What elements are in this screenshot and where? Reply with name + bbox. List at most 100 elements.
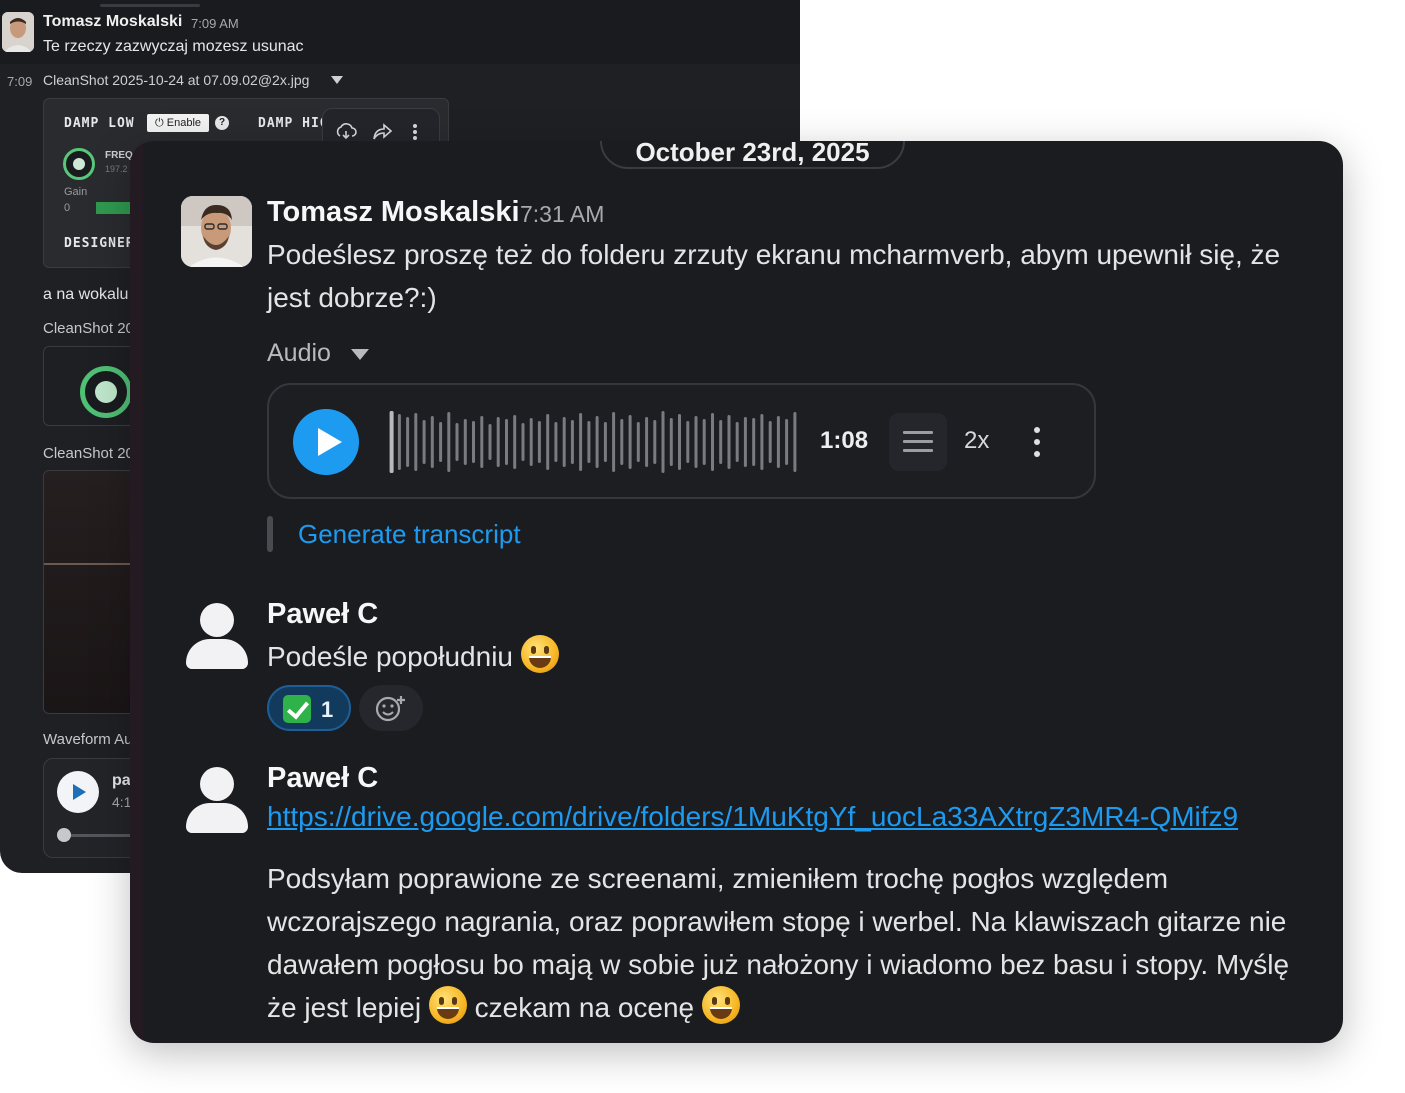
message-text: Te rzeczy zazwyczaj mozesz usunac	[43, 38, 304, 55]
avatar[interactable]	[2, 12, 34, 52]
author-name[interactable]: Paweł C	[267, 762, 378, 795]
generate-transcript-link[interactable]: Generate transcript	[298, 519, 521, 550]
waveform-bar	[513, 415, 517, 469]
waveform-bar	[463, 419, 467, 465]
waveform-bar	[603, 422, 607, 462]
waveform-bar	[447, 412, 451, 472]
waveform-bar	[422, 420, 426, 464]
user-icon-head	[200, 603, 234, 637]
waveform-bar	[562, 417, 566, 467]
waveform-bar	[653, 420, 657, 464]
waveform-bar	[686, 421, 690, 463]
audio-duration: 4:1	[112, 794, 132, 810]
attachment-name[interactable]: CleanShot 20	[43, 445, 134, 462]
enable-label: Enable	[166, 117, 202, 129]
playback-speed-button[interactable]: 2x	[964, 427, 989, 455]
waveform-bar	[579, 413, 583, 471]
waveform-bar	[521, 423, 525, 461]
avatar[interactable]	[182, 601, 252, 671]
enable-button: ⏻ Enable	[147, 114, 209, 132]
avatar[interactable]	[181, 196, 252, 267]
scrollbar[interactable]	[100, 4, 200, 7]
conversation-panel: October 23rd, 2025 Tomasz Moskalski 7:31…	[130, 141, 1343, 1043]
attachment-name[interactable]: CleanShot 20	[43, 320, 134, 337]
audio-waveform[interactable]	[387, 407, 799, 477]
waveform-bar	[439, 422, 443, 462]
waveform-bar	[645, 417, 649, 467]
waveform-bar	[505, 419, 508, 465]
attachment-name[interactable]: CleanShot 2025-10-24 at 07.09.02@2x.jpg	[43, 72, 309, 88]
waveform-bar	[430, 416, 434, 468]
waveform-bar	[612, 412, 616, 472]
transcript-icon[interactable]	[889, 413, 947, 471]
waveform-bar	[537, 421, 541, 463]
waveform-bar	[719, 420, 723, 464]
user-icon-body	[186, 639, 248, 669]
waveform-bar	[760, 414, 764, 470]
author-name[interactable]: Tomasz Moskalski	[43, 13, 182, 31]
attachment-name[interactable]: Waveform Au	[43, 731, 132, 748]
reaction-chip[interactable]: 1	[267, 685, 351, 731]
chevron-down-icon[interactable]	[331, 76, 343, 84]
message-line: jest dobrze?:)	[267, 282, 437, 313]
waveform-bar	[711, 413, 714, 471]
message-text: a na wokalu	[43, 286, 129, 303]
waveform-bar	[389, 411, 394, 473]
waveform-bar	[661, 411, 665, 473]
waveform-bar	[406, 417, 410, 467]
chevron-down-icon[interactable]	[351, 349, 369, 360]
message-time[interactable]: 7:09 AM	[191, 16, 239, 31]
plugin-knob	[80, 366, 132, 418]
freq-value: 197.2	[105, 164, 128, 174]
author-name[interactable]: Paweł C	[267, 598, 378, 631]
waveform-bar	[727, 415, 731, 469]
waveform-bar	[628, 415, 632, 469]
play-button[interactable]	[293, 409, 359, 475]
waveform-bar	[752, 418, 756, 466]
grinning-emoji-icon	[701, 986, 740, 1024]
date-divider[interactable]: October 23rd, 2025	[600, 141, 905, 169]
waveform-bar	[472, 421, 475, 463]
plugin-label-damp-low: DAMP LOW	[64, 116, 135, 131]
play-button[interactable]	[57, 771, 99, 813]
message-text: Podeśle popołudniu	[267, 635, 559, 678]
attachment-time: 7:09	[7, 74, 33, 89]
add-emoji-icon	[375, 696, 405, 722]
user-icon-body	[186, 803, 248, 833]
waveform-bar	[793, 412, 797, 472]
avatar[interactable]	[182, 765, 252, 835]
audio-progress-handle[interactable]	[57, 828, 71, 842]
audio-duration: 1:08	[820, 427, 869, 454]
more-icon[interactable]	[1033, 425, 1041, 459]
waveform-bar	[414, 413, 418, 471]
message-line-part: czekam na ocenę	[474, 992, 695, 1023]
author-name[interactable]: Tomasz Moskalski	[267, 196, 520, 229]
waveform-bar	[529, 418, 533, 466]
waveform-bar	[455, 423, 459, 461]
plugin-label-damp-high: DAMP HIG	[258, 116, 329, 131]
message-line: Podeślesz proszę też do folderu zrzuty e…	[267, 239, 1281, 270]
message-line-part: że jest lepiej	[267, 992, 422, 1023]
reaction-count: 1	[321, 697, 334, 722]
waveform-bar	[554, 422, 558, 462]
waveform-bar	[488, 424, 492, 460]
message-line: Podsyłam poprawione ze screenami, zmieni…	[267, 863, 1169, 894]
add-reaction-button[interactable]	[359, 685, 423, 731]
message-text: Podeślesz proszę też do folderu zrzuty e…	[267, 233, 1327, 319]
message-time[interactable]: 7:31 AM	[520, 201, 604, 228]
waveform-bar	[776, 416, 780, 468]
quote-bar	[267, 516, 273, 552]
audio-player: 1:08 2x	[267, 383, 1096, 499]
waveform-bar	[587, 421, 591, 463]
waveform-bar	[743, 417, 747, 467]
message-line: Podeśle popołudniu	[267, 641, 513, 672]
audio-section-toggle[interactable]: Audio	[267, 339, 331, 368]
white-check-mark-icon	[283, 695, 311, 723]
drive-folder-link[interactable]: https://drive.google.com/drive/folders/1…	[267, 801, 1238, 833]
waveform-bar	[735, 422, 739, 462]
waveform-bar	[620, 419, 624, 465]
waveform-bar	[785, 419, 789, 465]
waveform-bar	[546, 414, 550, 470]
audio-title: pa	[112, 772, 131, 789]
image-attachment[interactable]	[43, 470, 143, 714]
